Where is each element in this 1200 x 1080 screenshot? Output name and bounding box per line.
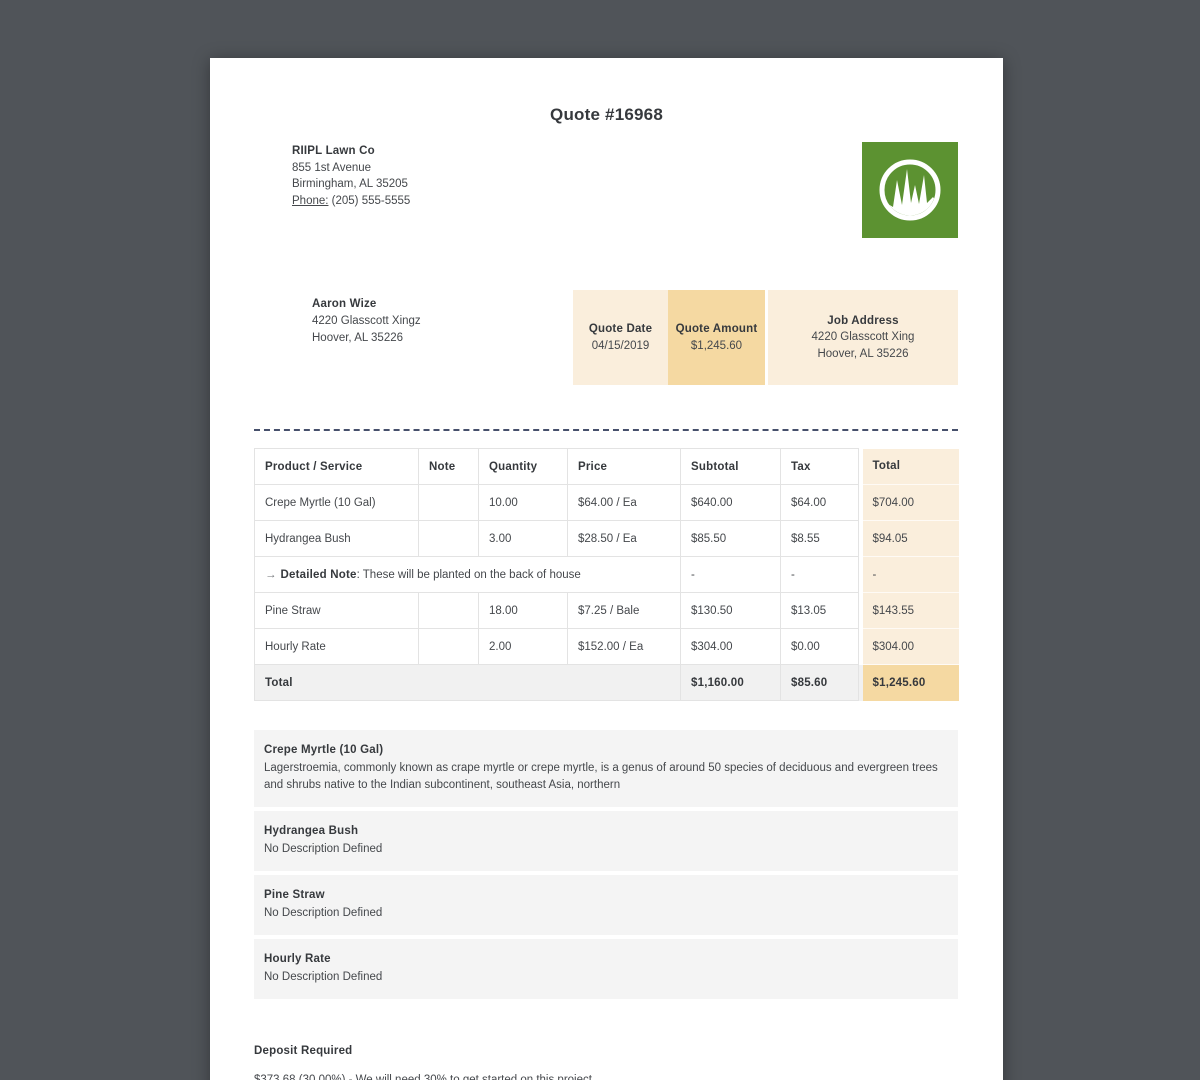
line-item-row: Hourly Rate2.00$152.00 / Ea$304.00$0.00$… bbox=[255, 629, 959, 665]
column-header: Product / Service bbox=[255, 449, 419, 485]
grass-in-circle-icon bbox=[862, 142, 958, 238]
grand-total-cell: $1,245.60 bbox=[863, 665, 959, 701]
job-address-line1: 4220 Glasscott Xing bbox=[812, 329, 915, 346]
quote-amount-value: $1,245.60 bbox=[691, 338, 742, 355]
line-item-row: Pine Straw 18.00$7.25 / Bale$130.50$13.05… bbox=[255, 593, 959, 629]
total-cell: $304.00 bbox=[863, 629, 959, 665]
price-cell: $152.00 / Ea bbox=[568, 629, 681, 665]
job-address-line2: Hoover, AL 35226 bbox=[817, 346, 908, 363]
note-total-cell: - bbox=[863, 557, 959, 593]
company-logo bbox=[862, 142, 958, 238]
column-header: Price bbox=[568, 449, 681, 485]
subtotal-cell: $130.50 bbox=[681, 593, 781, 629]
quantity-cell: 18.00 bbox=[479, 593, 568, 629]
description-text: Lagerstroemia, commonly known as crape m… bbox=[264, 760, 948, 794]
tax-cell: $13.05 bbox=[781, 593, 859, 629]
line-item-row: Crepe Myrtle (10 Gal)10.00$64.00 / Ea$64… bbox=[255, 485, 959, 521]
product-cell: Hourly Rate bbox=[255, 629, 419, 665]
deposit-text: $373.68 (30.00%) - We will need 30% to g… bbox=[254, 1074, 958, 1080]
total-label-cell: Total bbox=[255, 665, 681, 701]
line-items-table: Product / ServiceNoteQuantityPriceSubtot… bbox=[254, 448, 959, 701]
description-text: No Description Defined bbox=[264, 841, 948, 858]
description-product-name: Hourly Rate bbox=[264, 951, 948, 968]
table-header-row: Product / ServiceNoteQuantityPriceSubtot… bbox=[255, 449, 959, 485]
product-cell: Pine Straw bbox=[255, 593, 419, 629]
job-address-label: Job Address bbox=[827, 313, 898, 330]
customer-info: Aaron Wize 4220 Glasscott Xingz Hoover, … bbox=[312, 296, 421, 347]
subtotal-cell: $85.50 bbox=[681, 521, 781, 557]
quantity-cell: 2.00 bbox=[479, 629, 568, 665]
total-subtotal-cell: $1,160.00 bbox=[681, 665, 781, 701]
tax-cell: $0.00 bbox=[781, 629, 859, 665]
tax-cell: $64.00 bbox=[781, 485, 859, 521]
description-block: Hourly RateNo Description Defined bbox=[254, 939, 958, 999]
column-header: Quantity bbox=[479, 449, 568, 485]
job-address-section: Job Address 4220 Glasscott Xing Hoover, … bbox=[768, 290, 958, 385]
note-cell bbox=[419, 485, 479, 521]
quote-document-page: Quote #16968 RIIPL Lawn Co 855 1st Avenu… bbox=[210, 58, 1003, 1080]
total-cell: $94.05 bbox=[863, 521, 959, 557]
company-phone: Phone: (205) 555-5555 bbox=[292, 193, 410, 210]
description-product-name: Crepe Myrtle (10 Gal) bbox=[264, 742, 948, 759]
line-item-row: Hydrangea Bush 3.00$28.50 / Ea$85.50$8.55… bbox=[255, 521, 959, 557]
quantity-cell: 3.00 bbox=[479, 521, 568, 557]
total-cell: $704.00 bbox=[863, 485, 959, 521]
quote-date-section: Quote Date 04/15/2019 bbox=[573, 290, 668, 385]
phone-number: (205) 555-5555 bbox=[332, 195, 411, 207]
company-address-line2: Birmingham, AL 35205 bbox=[292, 176, 410, 193]
description-block: Pine StrawNo Description Defined bbox=[254, 875, 958, 935]
customer-address-line1: 4220 Glasscott Xingz bbox=[312, 313, 421, 330]
page-title: Quote #16968 bbox=[210, 105, 1003, 125]
column-header: Note bbox=[419, 449, 479, 485]
quote-date-value: 04/15/2019 bbox=[592, 338, 650, 355]
arrow-right-icon: → bbox=[265, 569, 277, 581]
price-cell: $64.00 / Ea bbox=[568, 485, 681, 521]
description-product-name: Hydrangea Bush bbox=[264, 823, 948, 840]
note-cell bbox=[419, 593, 479, 629]
note-subtotal-cell: - bbox=[681, 557, 781, 593]
description-text: No Description Defined bbox=[264, 969, 948, 986]
column-header-total: Total bbox=[863, 449, 959, 485]
customer-name: Aaron Wize bbox=[312, 296, 421, 313]
description-text: No Description Defined bbox=[264, 905, 948, 922]
company-name: RIIPL Lawn Co bbox=[292, 143, 410, 160]
product-cell: Crepe Myrtle (10 Gal) bbox=[255, 485, 419, 521]
total-tax-cell: $85.60 bbox=[781, 665, 859, 701]
column-header: Tax bbox=[781, 449, 859, 485]
quote-amount-label: Quote Amount bbox=[676, 321, 758, 338]
price-cell: $28.50 / Ea bbox=[568, 521, 681, 557]
note-cell bbox=[419, 629, 479, 665]
description-block: Hydrangea BushNo Description Defined bbox=[254, 811, 958, 871]
price-cell: $7.25 / Bale bbox=[568, 593, 681, 629]
note-cell bbox=[419, 521, 479, 557]
note-tax-cell: - bbox=[781, 557, 859, 593]
quantity-cell: 10.00 bbox=[479, 485, 568, 521]
company-info: RIIPL Lawn Co 855 1st Avenue Birmingham,… bbox=[292, 143, 410, 209]
deposit-section: Deposit Required $373.68 (30.00%) - We w… bbox=[254, 1045, 958, 1080]
product-cell: Hydrangea Bush bbox=[255, 521, 419, 557]
subtotal-cell: $640.00 bbox=[681, 485, 781, 521]
customer-address-line2: Hoover, AL 35226 bbox=[312, 330, 421, 347]
company-address-line1: 855 1st Avenue bbox=[292, 160, 410, 177]
quote-amount-section: Quote Amount $1,245.60 bbox=[668, 290, 765, 385]
table-total-row: Total$1,160.00$85.60$1,245.60 bbox=[255, 665, 959, 701]
tax-cell: $8.55 bbox=[781, 521, 859, 557]
description-block: Crepe Myrtle (10 Gal)Lagerstroemia, comm… bbox=[254, 730, 958, 807]
description-product-name: Pine Straw bbox=[264, 887, 948, 904]
dashed-divider bbox=[254, 429, 958, 431]
note-text-cell: →Detailed Note: These will be planted on… bbox=[255, 557, 681, 593]
quote-info-panel: Quote Date 04/15/2019 Quote Amount $1,24… bbox=[573, 290, 958, 385]
total-cell: $143.55 bbox=[863, 593, 959, 629]
detailed-note-row: →Detailed Note: These will be planted on… bbox=[255, 557, 959, 593]
deposit-heading: Deposit Required bbox=[254, 1045, 958, 1057]
product-descriptions: Crepe Myrtle (10 Gal)Lagerstroemia, comm… bbox=[254, 730, 958, 1003]
column-header: Subtotal bbox=[681, 449, 781, 485]
quote-date-label: Quote Date bbox=[589, 321, 652, 338]
phone-label: Phone: bbox=[292, 195, 328, 207]
subtotal-cell: $304.00 bbox=[681, 629, 781, 665]
